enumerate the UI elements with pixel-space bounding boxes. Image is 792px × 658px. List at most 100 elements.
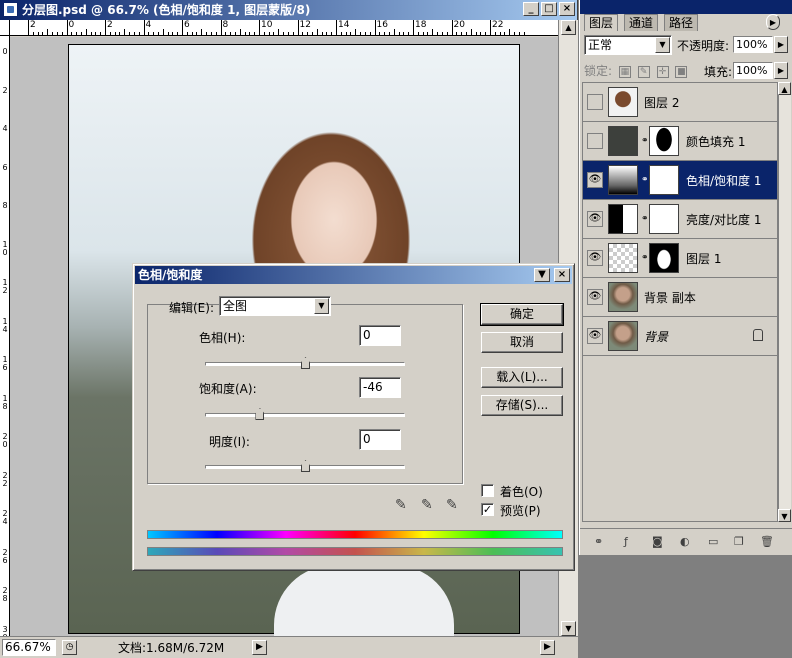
ruler-h-minor-tick	[523, 32, 525, 35]
layer-row[interactable]: 👁 ⚭ 亮度/对比度 1	[583, 200, 777, 239]
ok-button[interactable]: 确定	[480, 303, 564, 326]
saturation-slider-track[interactable]	[205, 408, 405, 420]
hue-input[interactable]: 0	[359, 325, 401, 346]
layer-name: 图层 1	[686, 252, 722, 266]
visibility-eye-icon[interactable]: 👁	[587, 289, 603, 305]
eyedropper-icon[interactable]: ✎	[395, 497, 411, 515]
visibility-eye-icon[interactable]: 👁	[587, 211, 603, 227]
layer-name: 背景 副本	[644, 291, 696, 305]
layer-row[interactable]: 👁 ⚭ 图层 1	[583, 239, 777, 278]
ruler-corner[interactable]	[0, 20, 10, 36]
lock-paint-icon[interactable]: ✎	[637, 65, 650, 78]
lock-all-icon[interactable]: ■	[675, 65, 688, 78]
blend-mode-select[interactable]: 正常 ▼	[584, 35, 672, 55]
fill-arrow-icon[interactable]: ▶	[774, 62, 788, 79]
link-chain-icon[interactable]: ⚭	[641, 136, 649, 146]
lightness-input[interactable]: 0	[359, 429, 401, 450]
tab-layers[interactable]: 图层	[584, 14, 619, 31]
link-chain-icon[interactable]: ⚭	[641, 253, 649, 263]
visibility-eye-icon[interactable]: 👁	[587, 250, 603, 266]
colorize-checkbox[interactable]	[481, 484, 494, 497]
layer-row[interactable]: ⚭ 颜色填充 1	[583, 122, 777, 161]
chevron-down-icon[interactable]: ▼	[655, 37, 670, 53]
ruler-h-minor-tick	[302, 32, 304, 35]
dialog-close-icon[interactable]: ×	[554, 268, 570, 282]
horizontal-ruler[interactable]: 2 0 2 4 6 8 10 12 14 16 18 20 22	[10, 20, 558, 36]
new-group-icon[interactable]: ▭	[708, 535, 718, 548]
dialog-menu-icon[interactable]: ▼	[534, 268, 550, 282]
layers-scrollbar[interactable]: ▲ ▼	[778, 82, 791, 522]
vertical-ruler[interactable]: 024681012141618202224262830	[0, 36, 10, 636]
link-layers-icon[interactable]: ⚭	[594, 535, 603, 548]
visibility-eye-icon[interactable]	[587, 133, 603, 149]
layer-mask-thumbnail[interactable]	[649, 126, 679, 156]
scroll-down-arrow-icon[interactable]: ▼	[778, 509, 791, 522]
status-menu-icon[interactable]: ◷	[62, 640, 77, 655]
cancel-button[interactable]: 取消	[481, 332, 563, 353]
zoom-field[interactable]: 66.67%	[2, 639, 56, 656]
scroll-down-arrow-icon[interactable]: ▼	[561, 621, 576, 636]
layer-mask-thumbnail[interactable]	[649, 243, 679, 273]
layer-row[interactable]: 👁 背景	[583, 317, 777, 356]
document-titlebar[interactable]: 分层图.psd @ 66.7% (色相/饱和度 1, 图层蒙版/8)	[0, 0, 577, 20]
link-chain-icon[interactable]: ⚭	[641, 175, 649, 185]
ruler-h-minor-tick	[201, 29, 203, 35]
scroll-up-arrow-icon[interactable]: ▲	[778, 82, 791, 95]
ruler-h-tick	[66, 20, 68, 35]
layer-mask-thumbnail[interactable]	[649, 165, 679, 195]
ruler-h-minor-tick	[480, 32, 482, 35]
ruler-h-minor-tick	[239, 29, 241, 35]
ruler-h-minor-tick	[95, 32, 97, 35]
ruler-h-minor-tick	[254, 32, 256, 35]
ruler-h-minor-tick	[172, 32, 174, 35]
lock-move-icon[interactable]: ✛	[656, 65, 669, 78]
opacity-arrow-icon[interactable]: ▶	[774, 36, 788, 53]
visibility-eye-icon[interactable]: 👁	[587, 328, 603, 344]
new-layer-icon[interactable]: ❐	[734, 535, 744, 548]
ruler-h-minor-tick	[331, 32, 333, 35]
load-button[interactable]: 载入(L)...	[481, 367, 563, 388]
panel-menu-icon[interactable]: ▶	[766, 14, 780, 30]
eyedropper-minus-icon[interactable]: ✎	[446, 497, 462, 515]
layer-mask-thumbnail[interactable]	[649, 204, 679, 234]
delete-layer-icon[interactable]: 🗑	[760, 535, 774, 548]
edit-select[interactable]: 全图 ▼	[219, 296, 331, 316]
tab-paths[interactable]: 路径	[664, 14, 699, 31]
adjustment-layer-icon[interactable]: ◐	[680, 535, 690, 548]
ruler-h-minor-tick	[393, 29, 395, 35]
tab-channels[interactable]: 通道	[624, 14, 659, 31]
chevron-down-icon[interactable]: ▼	[314, 298, 329, 314]
lightness-slider-track[interactable]	[205, 460, 405, 472]
visibility-eye-icon[interactable]	[587, 94, 603, 110]
layer-row[interactable]: 👁 背景 副本	[583, 278, 777, 317]
layer-style-icon[interactable]: ƒ	[624, 535, 628, 548]
hscroll-right-arrow-icon[interactable]: ▶	[540, 640, 555, 655]
lock-transparency-icon[interactable]: ▦	[618, 65, 631, 78]
maximize-button[interactable]: □	[541, 2, 557, 16]
ruler-h-minor-tick	[148, 32, 150, 35]
eyedropper-plus-icon[interactable]: ✎	[421, 497, 437, 515]
ruler-h-minor-tick	[230, 32, 232, 35]
add-mask-icon[interactable]: ◙	[652, 535, 663, 548]
minimize-button[interactable]: _	[523, 2, 539, 16]
link-chain-icon[interactable]: ⚭	[641, 214, 649, 224]
hue-slider-track[interactable]	[205, 357, 405, 369]
save-button[interactable]: 存储(S)...	[481, 395, 563, 416]
layer-row[interactable]: 图层 2	[583, 83, 777, 122]
panel-titlebar[interactable]	[580, 0, 792, 14]
ruler-h-label: 6	[184, 20, 190, 30]
saturation-input[interactable]: -46	[359, 377, 401, 398]
ruler-h-minor-tick	[124, 29, 126, 35]
scroll-up-arrow-icon[interactable]: ▲	[561, 20, 576, 35]
layer-row[interactable]: 👁 ⚭ 色相/饱和度 1	[583, 161, 777, 200]
input-color-bar	[147, 530, 563, 539]
opacity-input[interactable]: 100%	[733, 36, 773, 53]
fill-input[interactable]: 100%	[733, 62, 773, 79]
preview-checkbox[interactable]: ✓	[481, 503, 494, 516]
visibility-eye-icon[interactable]: 👁	[587, 172, 603, 188]
status-arrow-icon[interactable]: ▶	[252, 640, 267, 655]
close-button[interactable]: ×	[559, 2, 575, 16]
layer-list[interactable]: 图层 2 ⚭ 颜色填充 1 👁 ⚭ 色相/饱和度 1 👁 ⚭ 亮度/对比度 1	[582, 82, 778, 522]
dialog-titlebar[interactable]: 色相/饱和度 ▼ ×	[135, 266, 572, 284]
ruler-h-minor-tick	[384, 32, 386, 35]
